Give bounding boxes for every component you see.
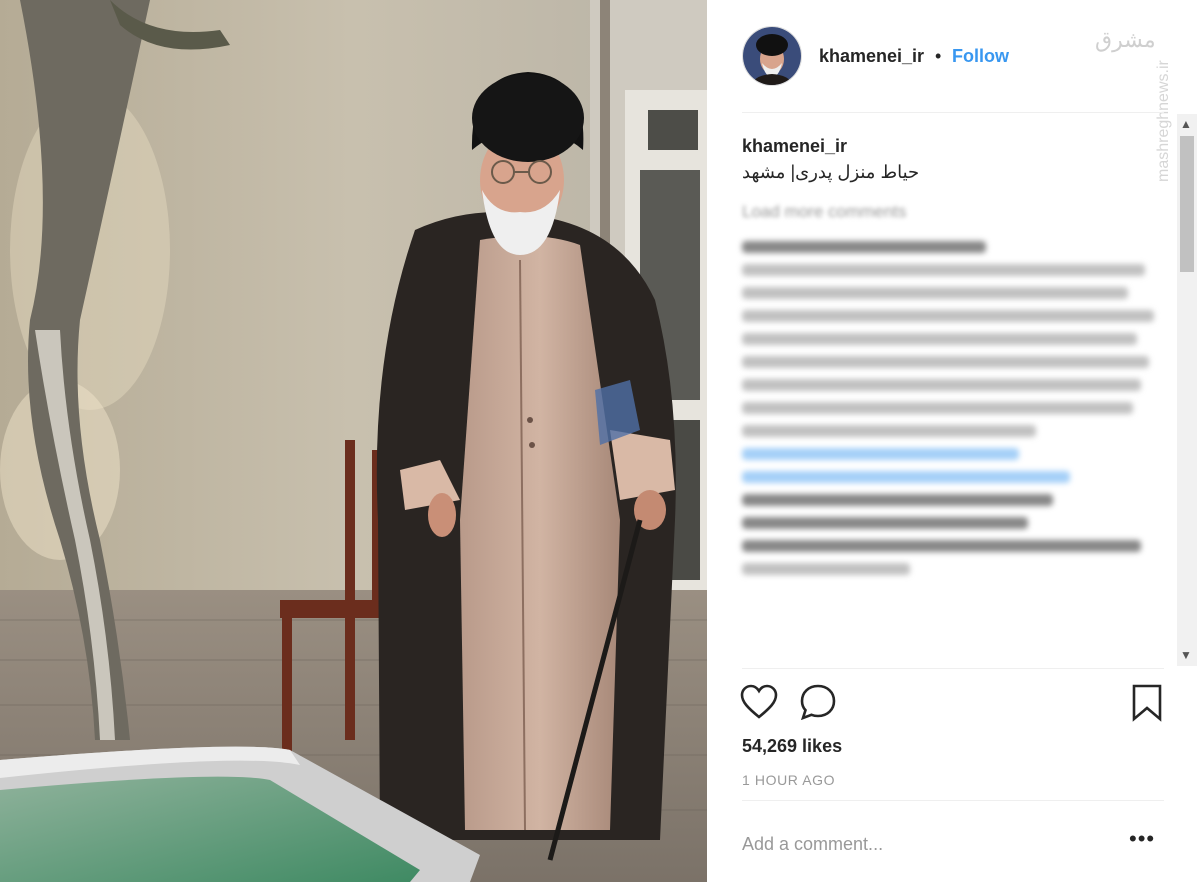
header-username-link[interactable]: khamenei_ir [819, 46, 924, 67]
list-item [742, 448, 1020, 460]
caption-username-link[interactable]: khamenei_ir [742, 136, 847, 157]
scroll-down-icon[interactable]: ▼ [1180, 648, 1192, 662]
list-item [742, 563, 910, 575]
list-item [742, 402, 1133, 414]
follow-button[interactable]: Follow [952, 46, 1009, 67]
list-item [742, 264, 1146, 276]
scroll-up-icon[interactable]: ▲ [1180, 117, 1192, 131]
likes-count[interactable]: 54,269 likes [742, 736, 842, 757]
scrollbar-thumb[interactable] [1180, 136, 1194, 272]
list-item [742, 287, 1129, 299]
list-item [742, 425, 1036, 437]
photo-illustration [0, 0, 707, 882]
caption-text: حیاط منزل پدری| مشهد [742, 162, 920, 182]
list-item [742, 379, 1141, 391]
list-item [742, 494, 1053, 506]
avatar[interactable] [742, 26, 802, 86]
actions-divider [742, 668, 1164, 669]
post-sidebar: khamenei_ir • Follow مشرق mashreghnews.i… [707, 0, 1200, 882]
comments-scrollbar[interactable]: ▲ ▼ [1177, 114, 1197, 666]
list-item [742, 540, 1141, 552]
comment-bubble-icon[interactable] [799, 684, 837, 720]
list-item [742, 471, 1070, 483]
list-item [742, 333, 1137, 345]
load-more-comments-link[interactable]: Load more comments [742, 202, 906, 222]
watermark-logo: مشرق [1095, 28, 1156, 53]
post-timestamp: 1 HOUR AGO [742, 772, 836, 788]
list-item [742, 356, 1150, 368]
heart-icon[interactable] [740, 684, 778, 720]
list-item [742, 310, 1154, 322]
comments-section: khamenei_ir حیاط منزل پدری| مشهد Load mo… [707, 112, 1174, 668]
list-item [742, 517, 1028, 529]
post-photo [0, 0, 707, 882]
blurred-comments [742, 230, 1162, 586]
post-actions [707, 676, 1200, 736]
more-options-icon[interactable]: ••• [1129, 826, 1155, 852]
comment-divider [742, 800, 1164, 801]
list-item [742, 241, 986, 253]
avatar-image [743, 27, 801, 85]
comment-input[interactable]: Add a comment... [742, 834, 883, 855]
post-header: khamenei_ir • Follow مشرق mashreghnews.i… [707, 0, 1200, 182]
bookmark-icon[interactable] [1131, 684, 1163, 722]
header-separator-dot: • [935, 46, 942, 66]
